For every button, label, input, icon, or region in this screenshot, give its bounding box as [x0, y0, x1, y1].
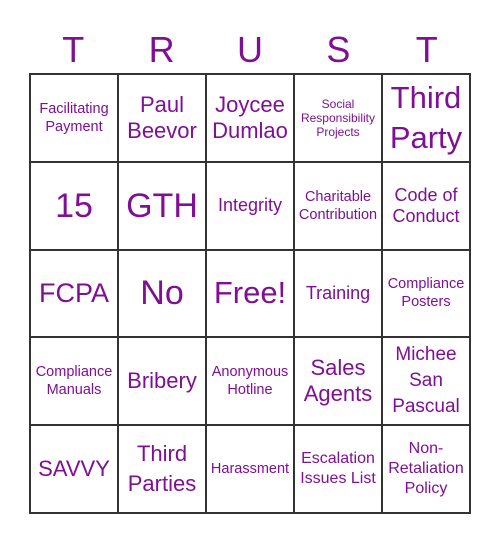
- bingo-board: Facilitating Payment Paul Beevor Joycee …: [29, 73, 471, 514]
- bingo-cell[interactable]: Facilitating Payment: [30, 74, 118, 162]
- cell-label: Charitable Contribution: [298, 188, 378, 223]
- bingo-cell[interactable]: Compliance Manuals: [30, 337, 118, 426]
- bingo-cell[interactable]: Charitable Contribution: [294, 161, 382, 250]
- cell-label: Training: [305, 282, 371, 303]
- cell-label: 15: [55, 186, 93, 225]
- cell-label: GTH: [126, 186, 198, 225]
- bingo-cell[interactable]: Anonymous Hotline: [206, 337, 294, 426]
- cell-label: Integrity: [217, 195, 283, 216]
- bingo-cell[interactable]: Training: [294, 249, 382, 338]
- bingo-cell[interactable]: Code of Conduct: [382, 161, 470, 250]
- cell-label: Free!: [213, 275, 287, 311]
- bingo-cell[interactable]: Harassment: [206, 425, 294, 513]
- cell-label: Anonymous Hotline: [211, 364, 289, 399]
- bingo-cell[interactable]: Michee San Pascual: [382, 337, 470, 426]
- bingo-cell[interactable]: Joycee Dumlao: [206, 74, 294, 162]
- cell-label: Third Parties: [127, 441, 197, 497]
- header-letter: T: [62, 29, 85, 70]
- cell-label: SAVVY: [38, 456, 110, 482]
- header-letter: T: [415, 29, 438, 70]
- bingo-cell[interactable]: Sales Agents: [294, 337, 382, 426]
- cell-label: No: [140, 274, 184, 313]
- cell-label: Joycee Dumlao: [212, 91, 288, 143]
- free-space-cell[interactable]: Free!: [206, 249, 294, 338]
- bingo-cell[interactable]: No: [118, 249, 206, 338]
- bingo-cell[interactable]: Non-Retaliation Policy: [382, 425, 470, 513]
- bingo-header: T R U S T: [29, 30, 471, 70]
- cell-label: Social Responsibility Projects: [300, 96, 376, 139]
- bingo-cell[interactable]: Third Party: [382, 74, 470, 162]
- cell-label: Facilitating Payment: [39, 100, 109, 135]
- bingo-cell[interactable]: Social Responsibility Projects: [294, 74, 382, 162]
- cell-label: Bribery: [127, 368, 197, 394]
- cell-label: Compliance Posters: [387, 276, 465, 311]
- bingo-cell[interactable]: GTH: [118, 161, 206, 250]
- cell-label: Paul Beevor: [127, 91, 197, 143]
- cell-label: Code of Conduct: [392, 184, 460, 226]
- cell-label: FCPA: [38, 278, 109, 309]
- cell-label: Compliance Manuals: [35, 364, 113, 399]
- bingo-cell[interactable]: 15: [30, 161, 118, 250]
- cell-label: Third Party: [389, 79, 463, 155]
- bingo-cell[interactable]: SAVVY: [30, 425, 118, 513]
- header-letter: R: [148, 29, 175, 70]
- bingo-cell[interactable]: FCPA: [30, 249, 118, 338]
- bingo-cell[interactable]: Bribery: [118, 337, 206, 426]
- bingo-cell[interactable]: Compliance Posters: [382, 249, 470, 338]
- bingo-cell[interactable]: Escalation Issues List: [294, 425, 382, 513]
- cell-label: Sales Agents: [303, 355, 373, 407]
- cell-label: Non-Retaliation Policy: [388, 440, 464, 498]
- header-letter: S: [326, 29, 351, 70]
- cell-label: Harassment: [210, 461, 290, 478]
- bingo-cell[interactable]: Integrity: [206, 161, 294, 250]
- cell-label: Michee San Pascual: [392, 344, 460, 418]
- header-letter: U: [236, 29, 263, 70]
- bingo-cell[interactable]: Third Parties: [118, 425, 206, 513]
- bingo-cell[interactable]: Paul Beevor: [118, 74, 206, 162]
- cell-label: Escalation Issues List: [300, 450, 376, 488]
